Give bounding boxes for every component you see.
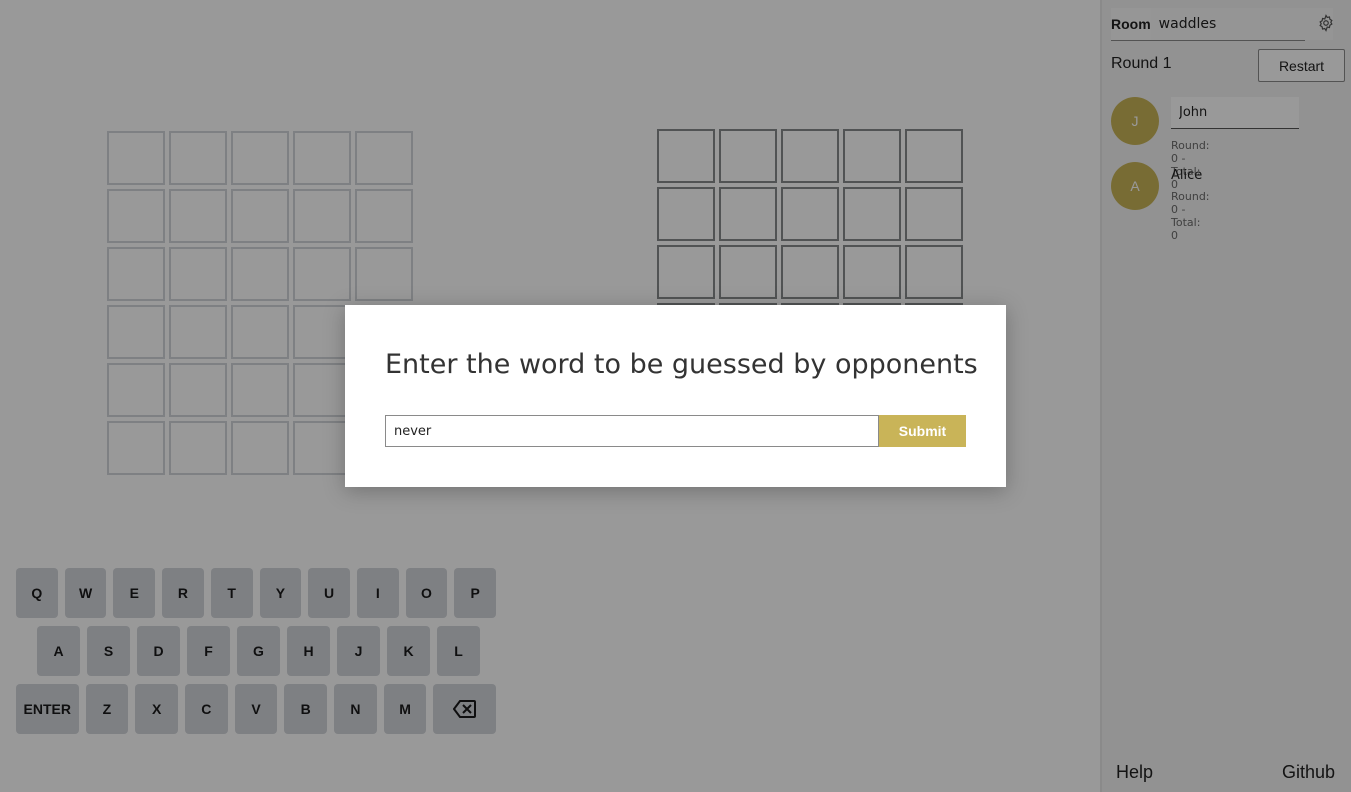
dialog-title: Enter the word to be guessed by opponent… <box>385 349 978 380</box>
enter-word-dialog: Enter the word to be guessed by opponent… <box>345 305 1006 487</box>
submit-button[interactable]: Submit <box>879 415 966 447</box>
word-input[interactable] <box>385 415 879 447</box>
